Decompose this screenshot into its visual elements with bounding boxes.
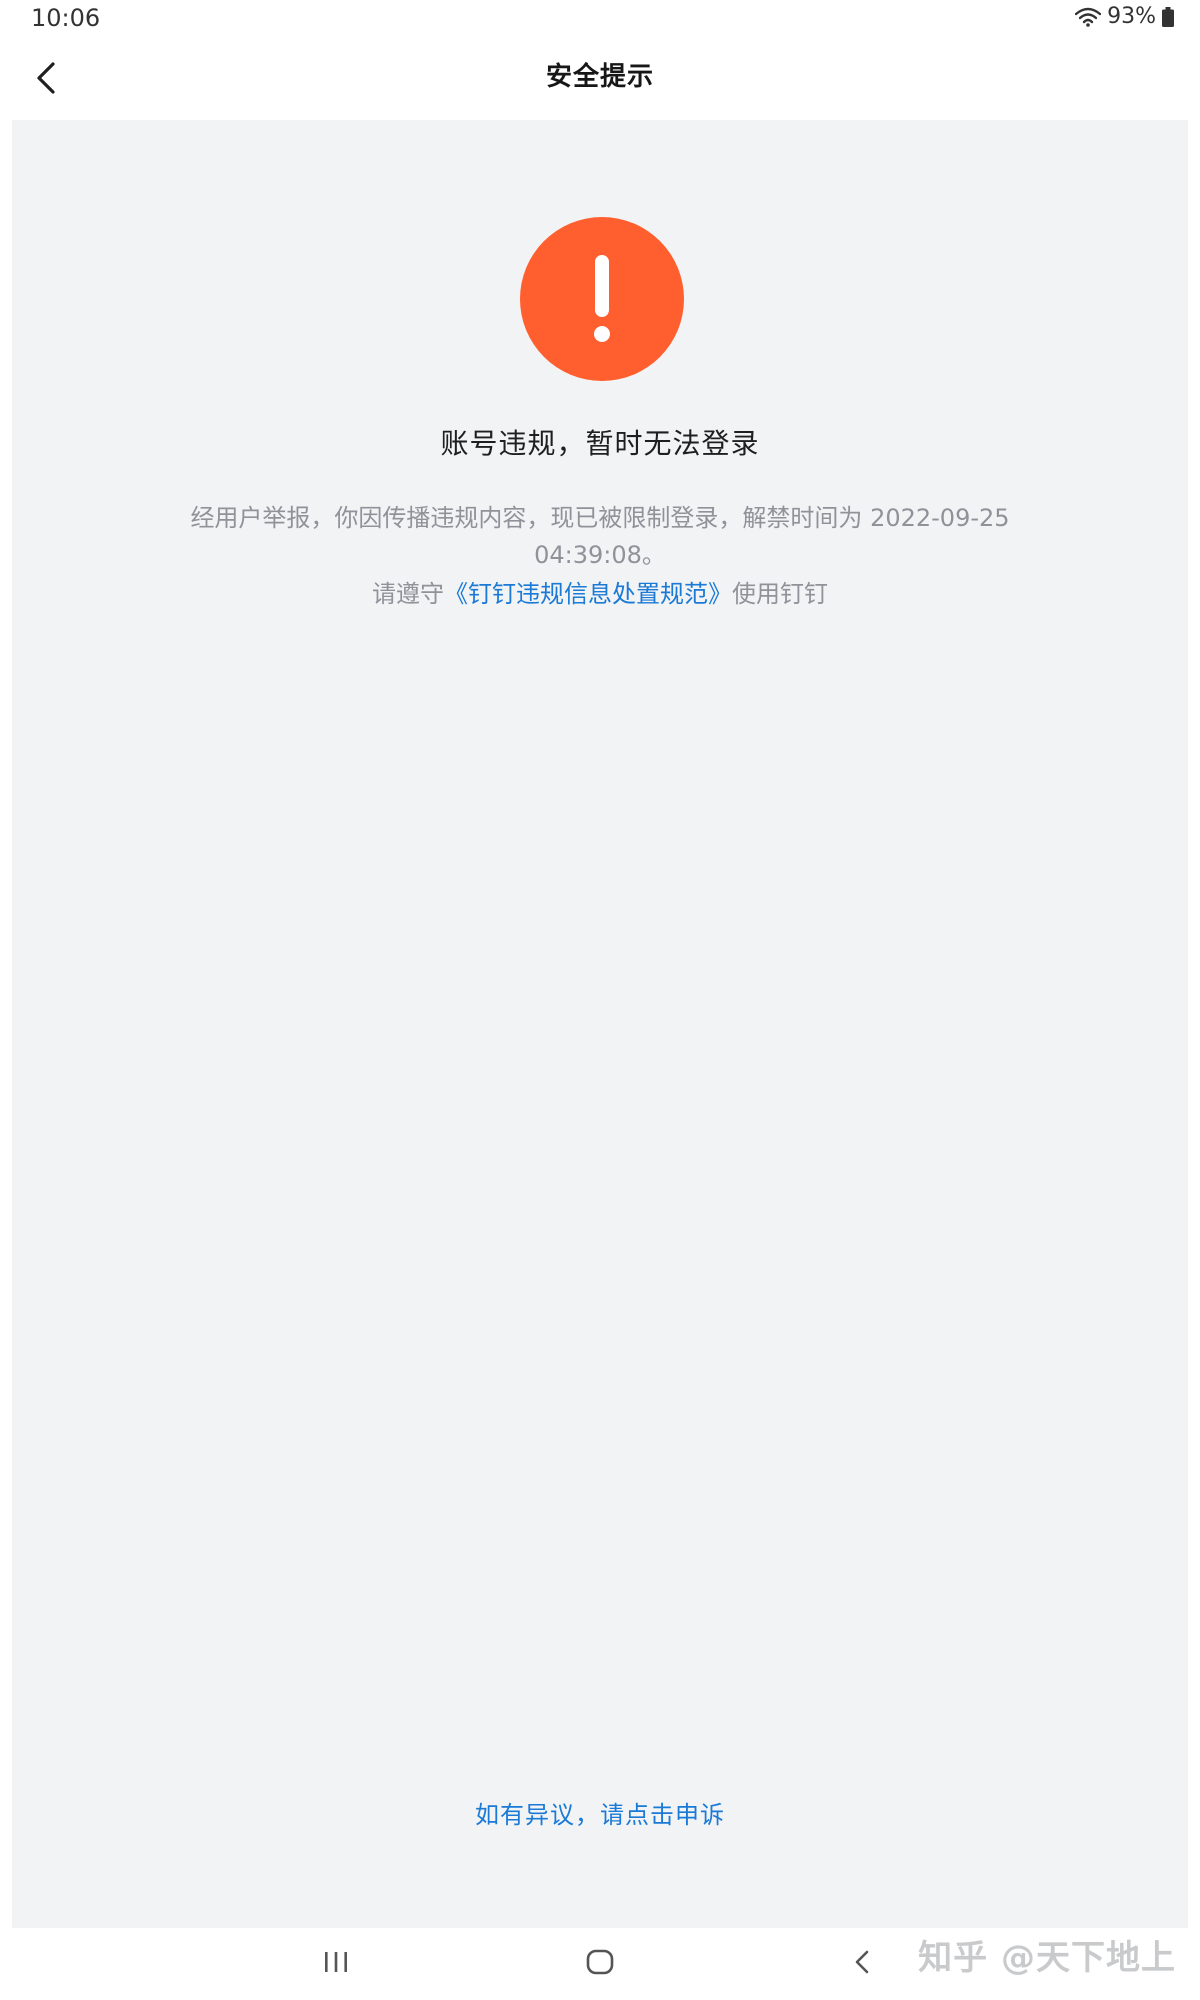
ban-description: 经用户举报，你因传播违规内容，现已被限制登录，解禁时间为 2022-09-25 … <box>190 504 1010 569</box>
back-arrow-icon <box>853 1949 871 1979</box>
status-bar: 10:06 93% <box>0 0 1200 40</box>
home-button[interactable] <box>570 1940 630 1988</box>
system-back-button[interactable] <box>832 1940 892 1988</box>
main-panel: 账号违规，暂时无法登录 经用户举报，你因传播违规内容，现已被限制登录，解禁时间为… <box>12 120 1188 1928</box>
battery-percent: 93% <box>1107 4 1156 29</box>
header: 安全提示 <box>0 40 1200 120</box>
wifi-icon <box>1075 7 1102 27</box>
policy-link[interactable]: 《钉钉违规信息处置规范》 <box>444 580 732 608</box>
exclamation-circle-icon <box>520 217 684 381</box>
policy-line: 请遵守《钉钉违规信息处置规范》使用钉钉 <box>12 576 1188 613</box>
alert-headline: 账号违规，暂时无法登录 <box>440 427 760 460</box>
page-title: 安全提示 <box>545 62 654 92</box>
policy-suffix: 使用钉钉 <box>732 580 828 608</box>
recents-icon <box>323 1950 349 1978</box>
appeal-link[interactable]: 如有异议，请点击申诉 <box>12 1795 1188 1830</box>
recents-button[interactable] <box>306 1940 366 1988</box>
status-indicators: 93% <box>1075 4 1174 29</box>
home-icon <box>586 1949 614 1979</box>
watermark: 知乎 @天下地上 <box>918 1938 1176 1978</box>
battery-icon <box>1162 6 1174 27</box>
policy-prefix: 请遵守 <box>372 580 444 608</box>
status-time: 10:06 <box>31 4 101 32</box>
